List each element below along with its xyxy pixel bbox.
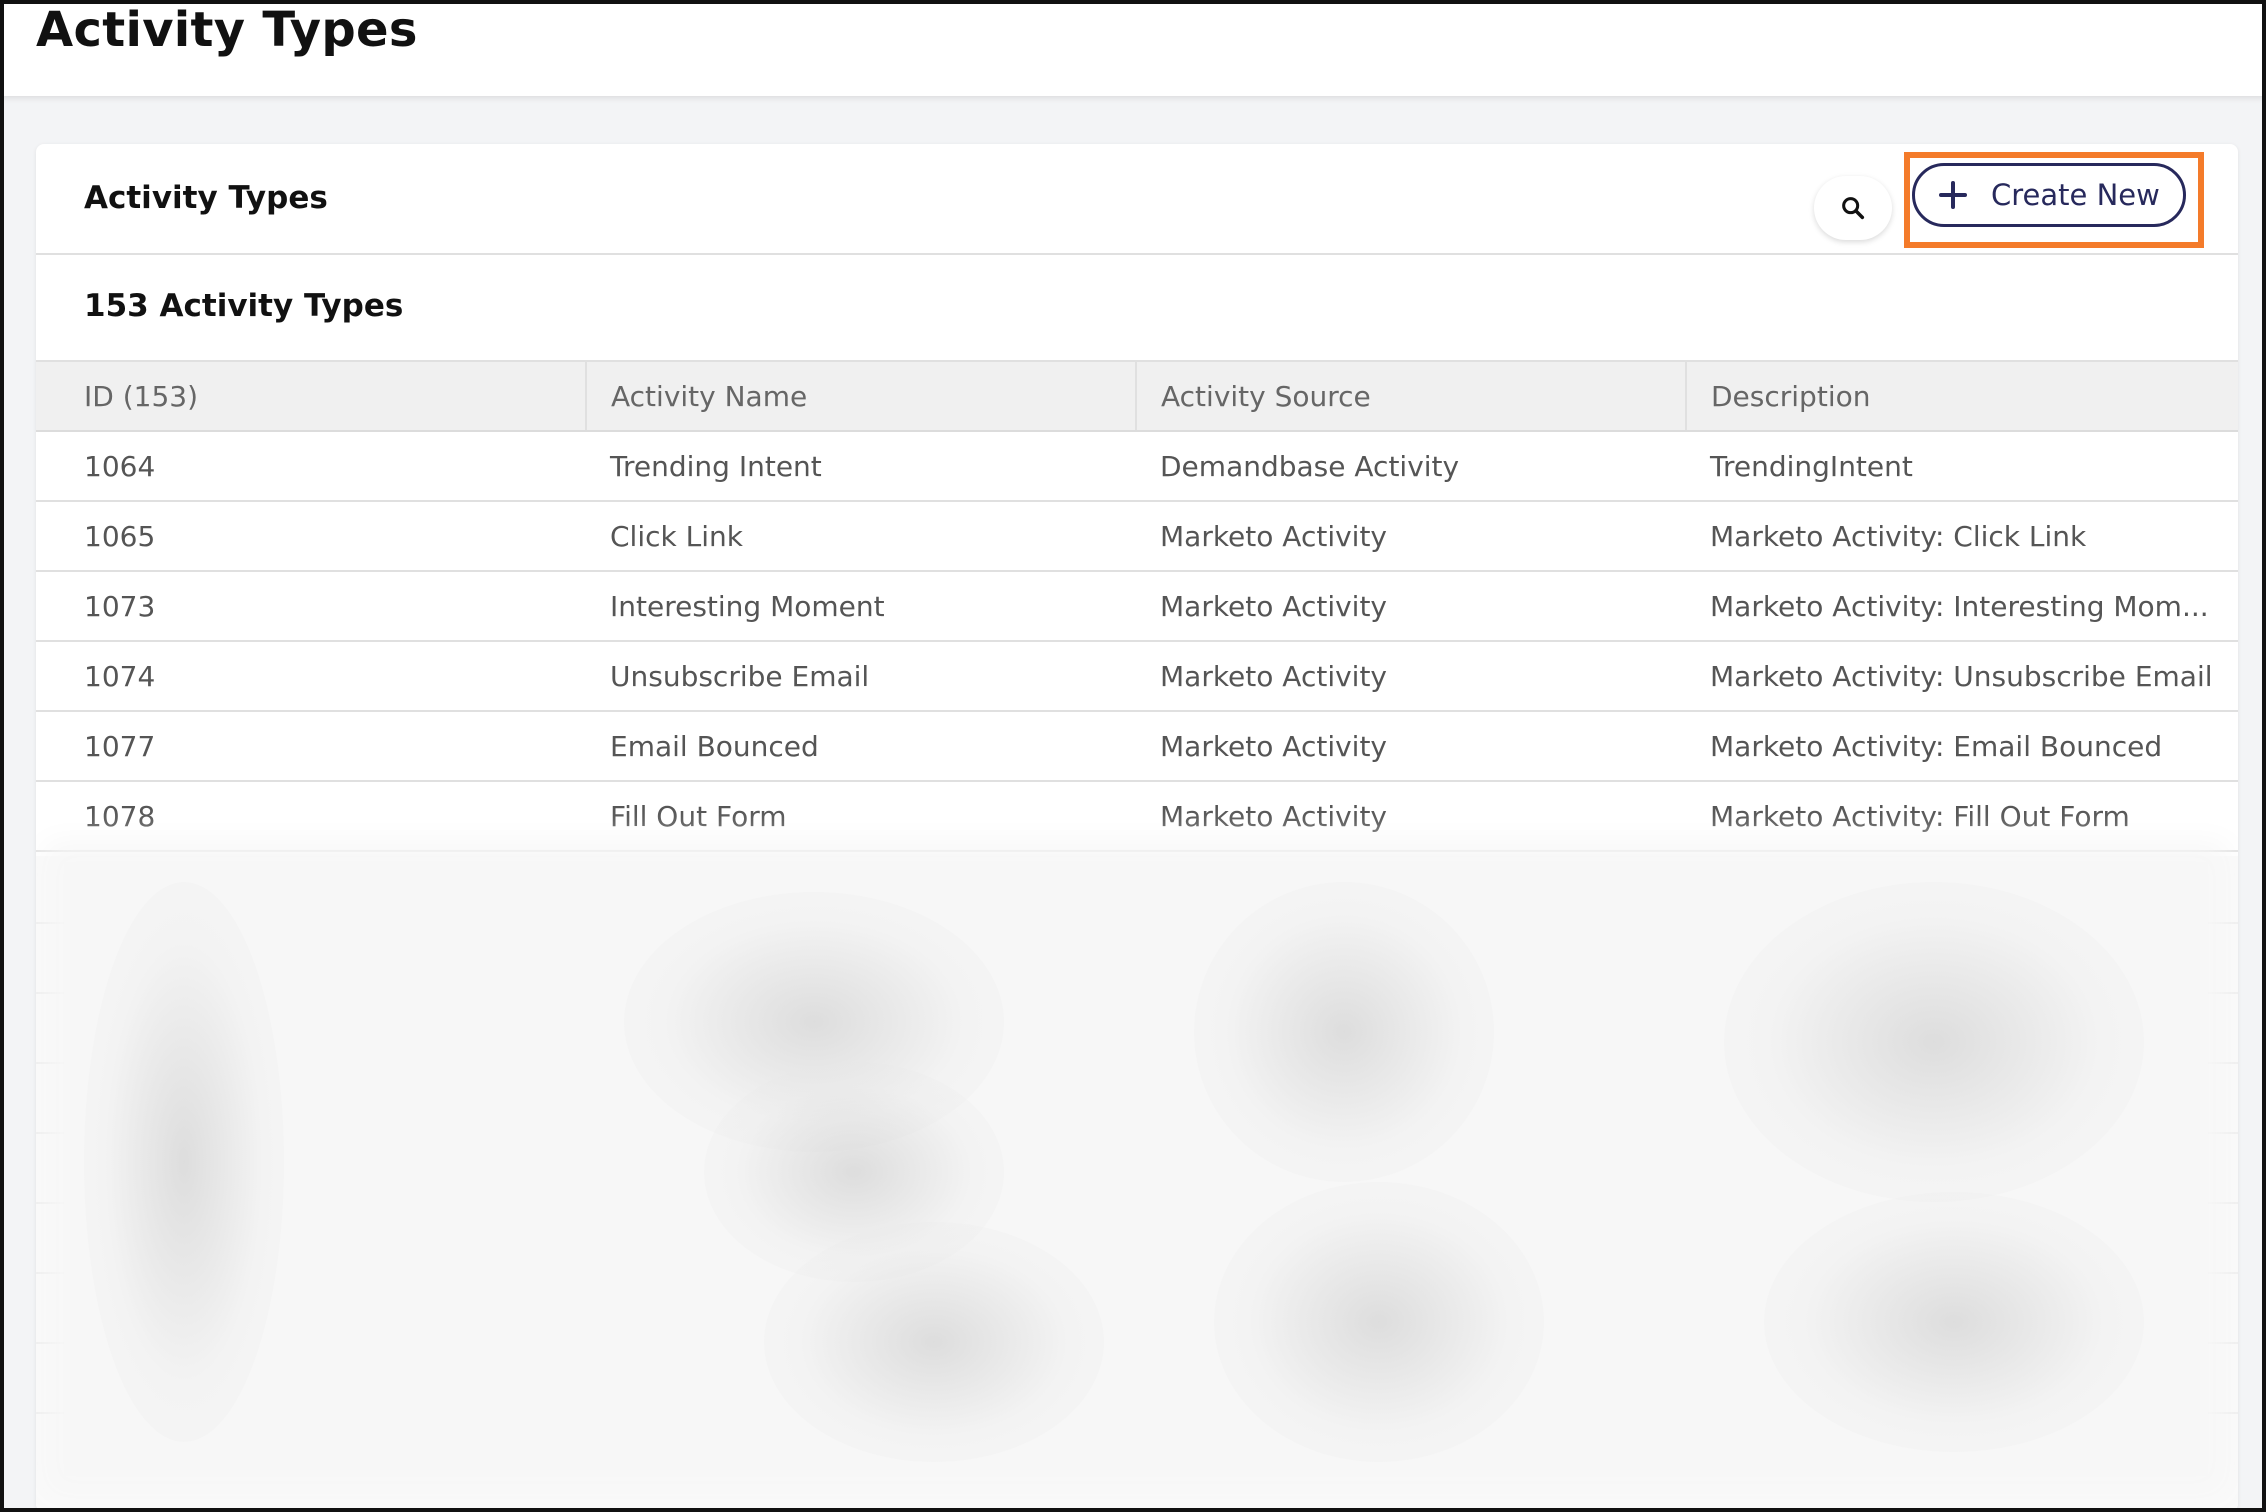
card-title: Activity Types <box>84 180 328 216</box>
activity-types-card: Activity Types Create New 153 Activity T… <box>36 144 2238 1512</box>
record-count: 153 Activity Types <box>84 288 404 324</box>
cell-activity-name: Click Link <box>586 501 1136 572</box>
cell-description: Marketo Activity: Interesting Mom... <box>1686 571 2238 642</box>
cell-id: 1078 <box>36 781 586 852</box>
cell-activity-name: Interesting Moment <box>586 571 1136 642</box>
blur-overlay <box>64 862 2208 1476</box>
table-row[interactable]: 1077 Email Bounced Marketo Activity Mark… <box>36 711 2238 782</box>
plus-icon <box>1939 181 1967 209</box>
cell-description: Marketo Activity: Email Bounced <box>1686 711 2238 782</box>
cell-activity-source: Marketo Activity <box>1136 641 1686 712</box>
create-new-button[interactable]: Create New <box>1912 163 2186 227</box>
cell-activity-name: Trending Intent <box>586 431 1136 502</box>
column-header-activity-name[interactable]: Activity Name <box>586 360 1137 432</box>
cell-activity-name: Unsubscribe Email <box>586 641 1136 712</box>
cell-activity-source: Marketo Activity <box>1136 501 1686 572</box>
table-row[interactable]: 1064 Trending Intent Demandbase Activity… <box>36 431 2238 502</box>
search-button[interactable] <box>1814 176 1892 240</box>
table-row[interactable]: 1078 Fill Out Form Marketo Activity Mark… <box>36 781 2238 852</box>
cell-description: TrendingIntent <box>1686 431 2238 502</box>
cell-id: 1073 <box>36 571 586 642</box>
column-header-description[interactable]: Description <box>1686 360 2238 432</box>
page-header: Activity Types <box>0 0 2266 96</box>
column-header-activity-source[interactable]: Activity Source <box>1136 360 1687 432</box>
cell-description: Marketo Activity: Click Link <box>1686 501 2238 572</box>
table-row[interactable]: 1074 Unsubscribe Email Marketo Activity … <box>36 641 2238 712</box>
card-header: Activity Types Create New <box>36 144 2238 255</box>
blurred-rows <box>36 856 2238 1512</box>
cell-activity-name: Email Bounced <box>586 711 1136 782</box>
cell-activity-name: Fill Out Form <box>586 781 1136 852</box>
create-new-label: Create New <box>1991 178 2160 212</box>
table-header-row: ID (153) Activity Name Activity Source D… <box>36 360 2238 432</box>
activity-types-table: ID (153) Activity Name Activity Source D… <box>36 360 2238 852</box>
table-row[interactable]: 1065 Click Link Marketo Activity Marketo… <box>36 501 2238 572</box>
cell-activity-source: Demandbase Activity <box>1136 431 1686 502</box>
cell-description: Marketo Activity: Fill Out Form <box>1686 781 2238 852</box>
cell-id: 1077 <box>36 711 586 782</box>
cell-id: 1065 <box>36 501 586 572</box>
cell-activity-source: Marketo Activity <box>1136 781 1686 852</box>
column-header-id[interactable]: ID (153) <box>36 360 587 432</box>
search-icon <box>1842 197 1865 220</box>
cell-description: Marketo Activity: Unsubscribe Email <box>1686 641 2238 712</box>
cell-activity-source: Marketo Activity <box>1136 571 1686 642</box>
table-row[interactable]: 1073 Interesting Moment Marketo Activity… <box>36 571 2238 642</box>
cell-activity-source: Marketo Activity <box>1136 711 1686 782</box>
page-title: Activity Types <box>36 2 418 58</box>
cell-id: 1074 <box>36 641 586 712</box>
cell-id: 1064 <box>36 431 586 502</box>
